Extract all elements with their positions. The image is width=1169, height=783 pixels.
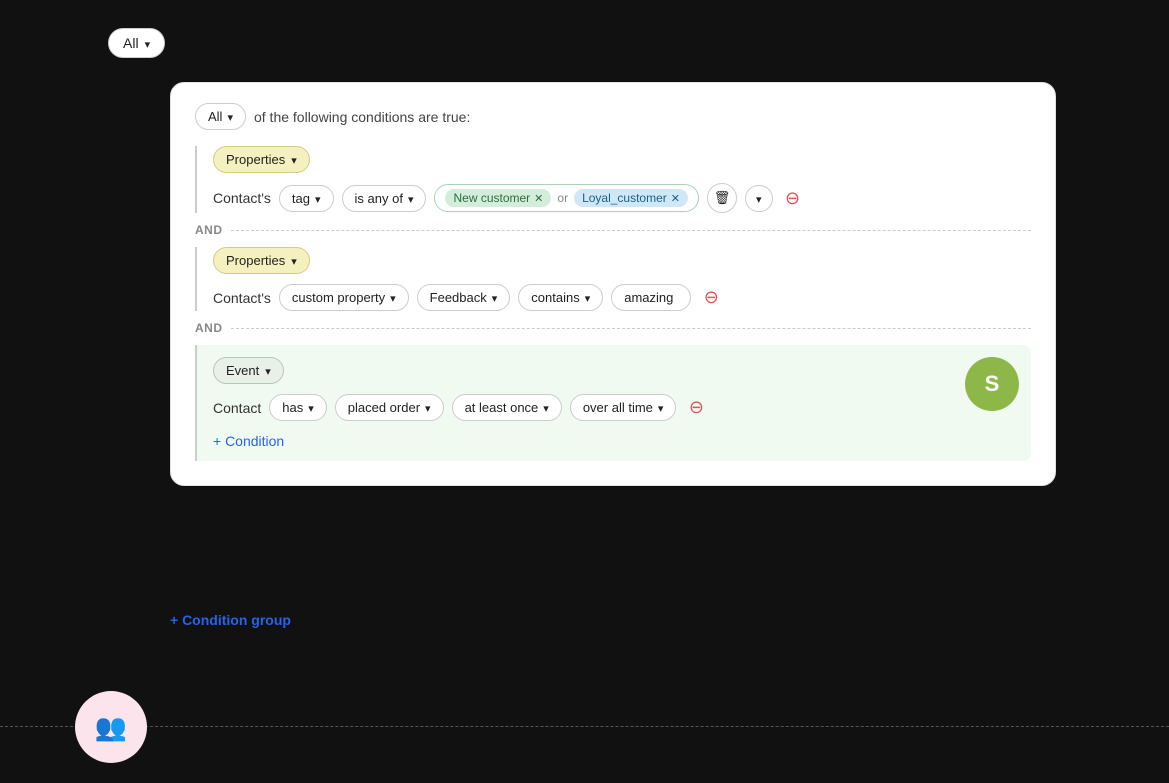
block1-tag-values: New customer ✕ or Loyal_customer ✕ [434, 184, 699, 212]
block1-condition-row: Contact's tag is any of New customer ✕ o… [213, 183, 1031, 213]
top-all-chevron [145, 35, 151, 51]
block2-customprop-label: custom property [292, 290, 385, 305]
block1-tag-chevron [315, 191, 321, 206]
block3-placedorder-label: placed order [348, 400, 420, 415]
block3-overalltime-label: over all time [583, 400, 653, 415]
block2-properties-dropdown[interactable]: Properties [213, 247, 310, 274]
block3-has-chevron [308, 400, 314, 415]
add-condition-group-btn[interactable]: + Condition group [170, 612, 291, 628]
block1-contact-label: Contact's [213, 190, 271, 206]
block1-tag-label: tag [292, 191, 310, 206]
block2-remove-btn[interactable]: ⊖ [699, 286, 723, 310]
block3-overalltime-dropdown[interactable]: over all time [570, 394, 677, 421]
block1-remove-btn[interactable]: ⊖ [781, 186, 805, 210]
block1-tag1-remove[interactable]: ✕ [534, 192, 543, 205]
block1-tag2-remove[interactable]: ✕ [671, 192, 680, 205]
and-separator-2: AND [195, 321, 1031, 335]
block3-atleastonce-chevron [543, 400, 549, 415]
block1-trash-btn[interactable]: 🗑 [707, 183, 737, 213]
block2-amazing-input[interactable]: amazing [611, 284, 691, 311]
condition-block-2: Properties Contact's custom property Fee… [195, 247, 1031, 311]
avatar-icon: 👥 [95, 712, 127, 743]
and-label-2: AND [195, 321, 223, 335]
block3-contact-label: Contact [213, 400, 261, 416]
block2-amazing-value: amazing [624, 290, 673, 305]
block3-remove-btn[interactable]: ⊖ [684, 396, 708, 420]
block1-isanyof-dropdown[interactable]: is any of [342, 185, 427, 212]
block3-placedorder-chevron [425, 400, 431, 415]
add-condition-group-label: + Condition group [170, 612, 291, 628]
block3-type-label: Event [226, 363, 259, 378]
shopify-icon-label: S [985, 371, 1000, 397]
condition-block-1: Properties Contact's tag is any of New c… [195, 146, 1031, 213]
card-header: All of the following conditions are true… [195, 103, 1031, 130]
shopify-logo: S [965, 357, 1019, 411]
and-separator-1: AND [195, 223, 1031, 237]
block2-customprop-chevron [390, 290, 396, 305]
top-all-label: All [123, 35, 139, 51]
block3-atleastonce-label: at least once [465, 400, 539, 415]
block3-event-chevron [265, 363, 271, 378]
block2-feedback-chevron [492, 290, 498, 305]
block1-more-chevron [756, 191, 762, 206]
block1-or-text: or [557, 191, 568, 205]
block1-properties-dropdown[interactable]: Properties [213, 146, 310, 173]
block2-contact-label: Contact's [213, 290, 271, 306]
block1-tag2-chip: Loyal_customer ✕ [574, 189, 688, 207]
block1-more-btn[interactable] [745, 185, 773, 212]
block1-isanyof-label: is any of [355, 191, 403, 206]
block2-contains-chevron [585, 290, 591, 305]
block3-condition-row: Contact has placed order at least once [213, 394, 965, 421]
block3-has-dropdown[interactable]: has [269, 394, 327, 421]
block2-contains-dropdown[interactable]: contains [518, 284, 603, 311]
block2-type-label: Properties [226, 253, 285, 268]
block1-type-label: Properties [226, 152, 285, 167]
block1-chevron [291, 152, 297, 167]
block2-feedback-label: Feedback [430, 290, 487, 305]
block3-has-label: has [282, 400, 303, 415]
block3-event-dropdown[interactable]: Event [213, 357, 284, 384]
block2-contains-label: contains [531, 290, 579, 305]
bottom-dashed-line [0, 726, 1169, 727]
and-line-1 [231, 230, 1032, 231]
main-condition-card: All of the following conditions are true… [170, 82, 1056, 486]
add-condition-btn[interactable]: + Condition [213, 433, 284, 449]
block1-tag1-text: New customer [453, 191, 530, 205]
block3-atleastonce-dropdown[interactable]: at least once [452, 394, 562, 421]
and-line-2 [231, 328, 1032, 329]
block1-tag2-text: Loyal_customer [582, 191, 667, 205]
and-label-1: AND [195, 223, 223, 237]
block2-condition-row: Contact's custom property Feedback conta… [213, 284, 1031, 311]
header-chevron [227, 109, 233, 124]
add-condition-label: + Condition [213, 433, 284, 449]
header-text: of the following conditions are true: [254, 109, 470, 125]
condition-block-3: Event Contact has placed order [195, 345, 1031, 461]
block2-customprop-dropdown[interactable]: custom property [279, 284, 409, 311]
block2-feedback-dropdown[interactable]: Feedback [417, 284, 511, 311]
header-all-dropdown[interactable]: All [195, 103, 246, 130]
block3-overalltime-chevron [658, 400, 664, 415]
block1-tag1-chip: New customer ✕ [445, 189, 551, 207]
block1-tag-dropdown[interactable]: tag [279, 185, 334, 212]
block1-isanyof-chevron [408, 191, 414, 206]
block3-placedorder-dropdown[interactable]: placed order [335, 394, 444, 421]
bottom-avatar: 👥 [75, 691, 147, 763]
header-all-label: All [208, 109, 222, 124]
top-all-dropdown[interactable]: All [108, 28, 165, 58]
block2-chevron [291, 253, 297, 268]
